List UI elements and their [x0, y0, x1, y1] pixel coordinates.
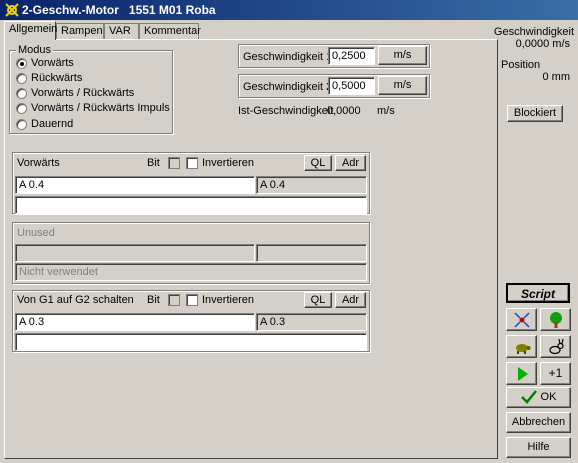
play-button[interactable] [506, 362, 537, 385]
connect-icon [513, 312, 530, 328]
g1g2-title: Von G1 auf G2 schalten [17, 294, 134, 306]
forward-bit-checkbox[interactable] [168, 157, 180, 169]
g1g2-address-readonly: A 0.3 [256, 313, 367, 331]
radio-rueckwaerts-label: Rückwärts [31, 72, 83, 84]
forward-ql-button[interactable]: QL [304, 155, 332, 171]
unused-title: Unused [17, 227, 55, 239]
forward-address-readonly: A 0.4 [256, 176, 367, 194]
g1g2-adr-button[interactable]: Adr [335, 292, 366, 308]
ok-label: OK [540, 391, 557, 403]
tree-button[interactable] [540, 308, 571, 331]
sidebar-speed-value: 0,0000 m/s [515, 38, 570, 50]
unused-comment: Nicht verwendet [15, 263, 367, 281]
fast-button[interactable] [540, 335, 571, 358]
radio-vor-rueck-impuls-label: Vorwärts / Rückwärts Impuls [31, 102, 170, 114]
g1g2-bit-checkbox[interactable] [168, 294, 180, 306]
radio-vor-rueck[interactable] [16, 88, 27, 99]
tab-var[interactable]: VAR [104, 23, 139, 39]
modus-label: Modus [16, 44, 54, 56]
turtle-icon [515, 344, 530, 354]
forward-adr-button[interactable]: Adr [335, 155, 366, 171]
actual-speed-value: 0,0000 [327, 105, 361, 117]
forward-comment-input[interactable] [15, 196, 367, 214]
g1g2-bit-label: Bit [147, 294, 160, 306]
g1g2-ql-button[interactable]: QL [304, 292, 332, 308]
cancel-button[interactable]: Abbrechen [506, 412, 571, 433]
sidebar-position-label: Position [501, 59, 541, 71]
tree-icon [549, 312, 562, 328]
g1g2-invert-label: Invertieren [202, 294, 254, 306]
g1g2-address-input[interactable]: A 0.3 [15, 313, 255, 331]
forward-invert-label: Invertieren [202, 157, 254, 169]
forward-invert-checkbox[interactable] [186, 157, 198, 169]
connect-button[interactable] [506, 308, 537, 331]
actual-speed-unit: m/s [377, 105, 395, 117]
speed1-input[interactable]: 0,2500 [328, 47, 375, 65]
blocked-button[interactable]: Blockiert [507, 105, 563, 122]
tab-kommentar[interactable]: Kommentar [139, 23, 201, 39]
unused-address-input [15, 244, 255, 262]
motor-icon [5, 3, 19, 17]
g1g2-invert-checkbox[interactable] [186, 294, 198, 306]
window-title: 2-Geschw.-Motor 1551 M01 Roba [22, 3, 216, 17]
speed2-input[interactable]: 0,5000 [328, 77, 375, 95]
title-bar[interactable]: 2-Geschw.-Motor 1551 M01 Roba [0, 0, 578, 20]
unused-address-readonly [256, 244, 367, 262]
rabbit-icon [548, 338, 564, 355]
forward-address-input[interactable]: A 0.4 [15, 176, 255, 194]
radio-vorwaerts-label: Vorwärts [31, 57, 74, 69]
ok-button[interactable]: OK [506, 387, 571, 408]
speed1-label: Geschwindigkeit 1 [243, 51, 333, 63]
radio-vor-rueck-impuls[interactable] [16, 103, 27, 114]
tab-rampen[interactable]: Rampen [56, 23, 104, 39]
forward-title: Vorwärts [17, 157, 60, 169]
speed2-label: Geschwindigkeit 2 [243, 81, 333, 93]
slow-button[interactable] [506, 335, 537, 358]
tab-allgemein[interactable]: Allgemein [4, 21, 57, 40]
radio-dauernd[interactable] [16, 119, 27, 130]
speed1-unit-button[interactable]: m/s [378, 46, 427, 65]
actual-speed-label: Ist-Geschwindigkeit [238, 105, 334, 117]
forward-bit-label: Bit [147, 157, 160, 169]
radio-dauernd-label: Dauernd [31, 118, 74, 130]
radio-vor-rueck-label: Vorwärts / Rückwärts [31, 87, 135, 99]
help-button[interactable]: Hilfe [506, 437, 571, 458]
script-button[interactable]: Script [506, 283, 570, 303]
radio-rueckwaerts[interactable] [16, 73, 27, 84]
plus-one-button[interactable]: +1 [540, 362, 571, 385]
speed2-unit-button[interactable]: m/s [378, 76, 427, 95]
check-icon [520, 390, 537, 404]
play-icon [517, 367, 528, 381]
radio-vorwaerts[interactable] [16, 58, 27, 69]
sidebar-speed-label: Geschwindigkeit [493, 26, 574, 38]
sidebar-position-value: 0 mm [542, 71, 571, 83]
g1g2-comment-input[interactable] [15, 333, 367, 351]
